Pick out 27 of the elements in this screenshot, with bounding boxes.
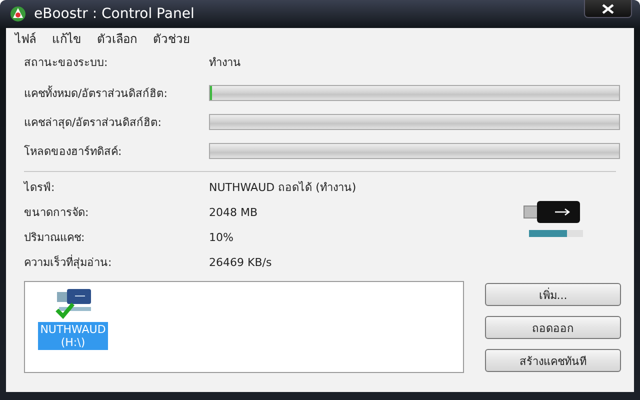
app-logo-icon (10, 6, 26, 22)
info-label: ไดรฟ์: (24, 180, 56, 196)
info-value: 26469 KB/s (209, 256, 273, 268)
meter-label: แคชทั้งหมด/อัตราส่วนดิสก์ฮิต: (24, 84, 168, 102)
menu-item[interactable]: ตัวเลือก (96, 28, 138, 48)
info-value: NUTHWAUD ถอดได้ (ทำงาน) (209, 180, 358, 196)
meter-label: โหลดของฮาร์ทดิสค์: (24, 144, 123, 160)
action-button[interactable]: เพิ่ม... (485, 283, 621, 306)
info-label: ความเร็วที่สุ่มอ่าน: (24, 254, 113, 271)
usage-bar (529, 230, 583, 237)
info-value: 2048 MB (209, 206, 259, 218)
window-title: eBoostr : Control Panel (34, 6, 194, 22)
action-button[interactable]: สร้างแคชทันที (485, 349, 621, 372)
meter-label: แคชล่าสุด/อัตราส่วนดิสก์ฮิต: (24, 115, 162, 131)
close-icon (602, 4, 614, 14)
status-label: สถานะของระบบ: (24, 55, 109, 71)
menu-item[interactable]: ตัวช่วย (152, 28, 191, 48)
close-button[interactable] (584, 0, 632, 18)
usb-drive-icon (53, 288, 93, 322)
usb-drive-icon (523, 200, 581, 224)
menu-item[interactable]: ไฟล์ (14, 28, 37, 48)
status-value: ทำงาน (209, 55, 242, 71)
action-button[interactable]: ถอดออก (485, 316, 621, 339)
info-label: ปริมาณแคช: (24, 230, 86, 246)
info-value: 10% (209, 230, 234, 244)
menu-item[interactable]: แก้ไข (51, 28, 82, 48)
info-label: ขนาดการจัด: (24, 205, 90, 221)
